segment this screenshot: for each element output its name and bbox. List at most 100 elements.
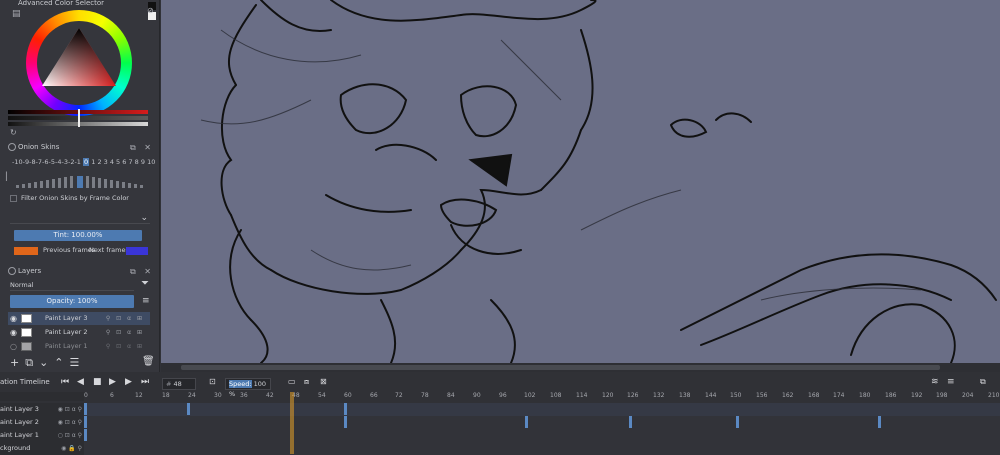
timeline-track[interactable] [84, 403, 1000, 416]
next-frames-label: Next frames [89, 246, 129, 254]
ruler-tick: 78 [421, 392, 429, 399]
onion-frame-numbers[interactable]: -10-9-8-7-6-5-4-3-2-1 0 1 2 3 4 5 6 7 8 … [12, 158, 155, 166]
tint-slider[interactable]: Tint: 100.00% [14, 230, 142, 241]
scrollbar-thumb[interactable] [181, 365, 940, 370]
layer-flags-icon[interactable]: ◉ ⊡ α ⚲ [58, 403, 82, 416]
eye-hidden-icon[interactable]: ○ [10, 340, 17, 353]
play-icon[interactable]: ▶ [109, 377, 116, 387]
layer-flags-icon[interactable]: ◉ 🔒 ⚲ [61, 442, 82, 455]
keyframe[interactable] [736, 416, 739, 428]
timeline-layer-name[interactable]: ckground ◉ 🔒 ⚲ [0, 442, 84, 455]
dock-controls-icon[interactable]: ⧉ ✕ [130, 266, 154, 278]
blend-mode-select[interactable]: Normal [10, 280, 134, 291]
previous-frames-color[interactable] [14, 247, 38, 255]
ruler-tick: 42 [266, 392, 274, 399]
dock-controls-icon[interactable]: ⧉ [980, 377, 986, 387]
playhead[interactable] [290, 392, 294, 454]
timeline-track[interactable] [84, 416, 1000, 429]
timeline-row[interactable]: aint Layer 3 ◉ ⊡ α ⚲ [0, 403, 1000, 416]
next-frame-icon[interactable]: ▶ [125, 377, 132, 387]
layer-thumbnail [21, 314, 32, 323]
frame-value: 48 [173, 380, 182, 388]
keyframe[interactable] [84, 429, 87, 441]
keyframe[interactable] [344, 403, 347, 415]
ruler-tick: 204 [962, 392, 974, 399]
keyframe[interactable] [84, 403, 87, 415]
ruler-tick: 210 [988, 392, 1000, 399]
layer-actions[interactable]: +⧉⌄⌃☰ [10, 356, 85, 370]
filter-icon[interactable]: ⏷ [141, 278, 149, 289]
refresh-icon[interactable]: ↻ [10, 128, 17, 137]
ruler-tick: 120 [602, 392, 614, 399]
frame-number-field[interactable]: # 48 [162, 378, 196, 390]
chevron-down-icon: ⌄ [140, 213, 148, 223]
dock-controls-icon[interactable]: ⧉ ✕ [130, 142, 154, 154]
canvas-horizontal-scrollbar[interactable] [161, 363, 1000, 372]
layer-row[interactable]: ○ Paint Layer 1 ⚲ ⊡ α ⊞ [8, 340, 150, 353]
keyframe[interactable] [187, 403, 190, 415]
opacity-slider[interactable]: Opacity: 100% [10, 295, 134, 308]
ruler-tick: 126 [627, 392, 639, 399]
ruler-tick: 90 [473, 392, 481, 399]
timeline-layer-name[interactable]: aint Layer 1 ○ ⊡ α ⚲ [0, 429, 84, 442]
timeline-track[interactable] [84, 429, 1000, 442]
onion-toggle-icon[interactable]: ⧈ [304, 377, 309, 387]
settings-icon[interactable]: ▤ [12, 9, 21, 19]
layer-flags-icon[interactable]: ○ ⊡ α ⚲ [58, 429, 82, 442]
filter-by-color-checkbox[interactable]: Filter Onion Skins by Frame Color [10, 194, 129, 202]
layer-properties-icon[interactable]: ☰ [70, 356, 86, 369]
timeline-layer-name[interactable]: aint Layer 2 ◉ ⊡ α ⚲ [0, 416, 84, 429]
settings-icon[interactable]: ⊠ [320, 377, 327, 386]
timeline-title: ation Timeline [0, 378, 50, 386]
timeline-row[interactable]: aint Layer 2 ◉ ⊡ α ⚲ [0, 416, 1000, 429]
layer-flags-icon[interactable]: ◉ ⊡ α ⚲ [58, 416, 82, 429]
speed-field[interactable]: Speed: 100 % [225, 378, 271, 398]
eye-icon[interactable]: ◉ [10, 326, 17, 339]
first-frame-icon[interactable]: ⏮ [61, 377, 69, 387]
timeline-layer-name[interactable]: aint Layer 3 ◉ ⊡ α ⚲ [0, 403, 84, 416]
layers-menu-icon[interactable]: ≡ [142, 296, 150, 306]
drop-frames-icon[interactable]: ⊡ [209, 377, 216, 386]
ruler-tick: 174 [833, 392, 845, 399]
timeline-row[interactable]: ckground ◉ 🔒 ⚲ [0, 442, 1000, 455]
add-layer-icon[interactable]: + [10, 356, 25, 369]
layer-flags-icon[interactable]: ⚲ ⊡ α ⊞ [106, 326, 144, 339]
onion-left-scroll-icon[interactable]: ▏ [6, 172, 12, 181]
timeline-row[interactable]: aint Layer 1 ○ ⊡ α ⚲ [0, 429, 1000, 442]
next-frames-color[interactable] [126, 247, 148, 255]
ruler-tick: 84 [447, 392, 455, 399]
reset-colors-icon[interactable]: ⊘ [147, 6, 154, 15]
timeline-menu-icon[interactable]: ≡ [947, 377, 955, 387]
frame-ruler[interactable]: 0 6 12 18 24 30 36 42 48 54 60 66 72 78 … [84, 392, 1000, 401]
eye-icon[interactable]: ◉ [10, 312, 17, 325]
audio-icon[interactable]: ▭ [288, 377, 296, 386]
onion-skin-icon[interactable]: ≋ [931, 377, 939, 387]
layer-row[interactable]: ◉ Paint Layer 3 ⚲ ⊡ α ⊞ [8, 312, 150, 325]
drawing-canvas[interactable] [161, 0, 1000, 363]
layer-row[interactable]: ◉ Paint Layer 2 ⚲ ⊡ α ⊞ [8, 326, 150, 339]
delete-layer-icon[interactable]: 🗑 [142, 356, 155, 367]
duplicate-layer-icon[interactable]: ⧉ [25, 356, 39, 369]
keyframe[interactable] [878, 416, 881, 428]
ruler-tick: 6 [110, 392, 114, 399]
ruler-tick: 186 [885, 392, 897, 399]
color-triangle[interactable] [40, 26, 118, 88]
timeline-track[interactable] [84, 442, 1000, 455]
move-down-icon[interactable]: ⌄ [39, 356, 54, 369]
ruler-tick: 156 [756, 392, 768, 399]
keyframe[interactable] [525, 416, 528, 428]
keyframe[interactable] [629, 416, 632, 428]
previous-frame-icon[interactable]: ◀ [77, 377, 84, 387]
ruler-tick: 132 [653, 392, 665, 399]
layer-flags-icon[interactable]: ⚲ ⊡ α ⊞ [106, 312, 144, 325]
move-up-icon[interactable]: ⌃ [54, 356, 69, 369]
keyframe[interactable] [84, 416, 87, 428]
last-frame-icon[interactable]: ⏭ [141, 377, 149, 387]
onion-opacity-bars[interactable] [14, 174, 150, 188]
keyframe[interactable] [344, 416, 347, 428]
stop-icon[interactable]: ■ [93, 377, 102, 387]
layers-title: Layers ⧉ ✕ [0, 265, 159, 278]
color-filter-dropdown[interactable]: ⌄ [10, 212, 150, 224]
layer-flags-icon[interactable]: ⚲ ⊡ α ⊞ [106, 340, 144, 353]
ruler-tick: 102 [524, 392, 536, 399]
